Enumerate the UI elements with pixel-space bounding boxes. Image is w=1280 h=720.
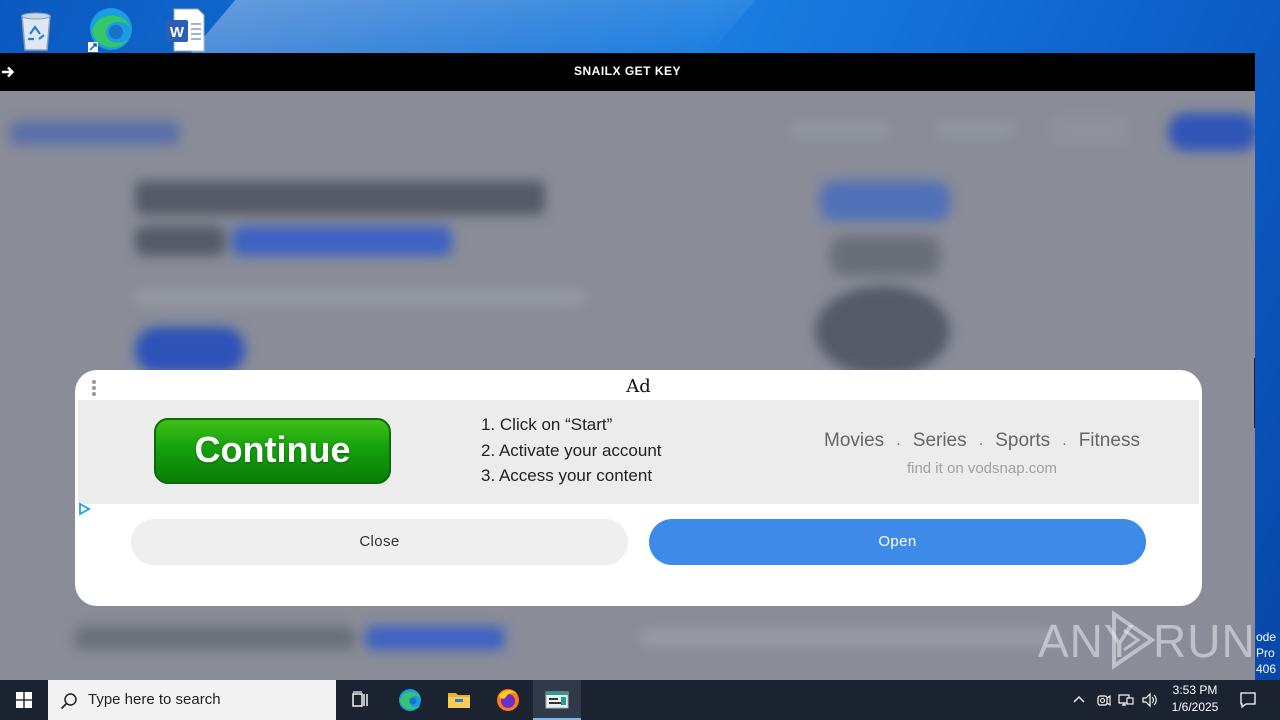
category-fitness: Fitness — [1078, 430, 1140, 451]
ad-steps: 1. Click on “Start” 2. Activate your acc… — [481, 412, 662, 489]
meet-now-icon[interactable] — [1095, 692, 1111, 708]
category-separator: . — [896, 432, 901, 449]
active-app-button[interactable] — [533, 680, 581, 720]
firefox-icon — [497, 689, 519, 711]
window-title: SNAILX GET KEY — [573, 64, 681, 78]
watermark-right-text: RUN — [1153, 615, 1256, 667]
taskbar-search-box[interactable]: Type here to search — [48, 680, 336, 720]
ad-tagline: find it on vodsnap.com — [906, 460, 1058, 477]
clock-date: 1/6/2025 — [1171, 700, 1219, 714]
side-text-line: Pro — [1256, 646, 1275, 660]
anyrun-watermark: ANY RUN — [1038, 606, 1255, 672]
scrollbar-thumb[interactable] — [1254, 358, 1255, 428]
ad-label: Ad — [626, 376, 651, 397]
task-view-icon — [352, 691, 368, 707]
notifications-icon[interactable] — [1239, 691, 1257, 709]
edge-taskbar-button[interactable] — [386, 680, 434, 720]
volume-icon[interactable] — [1142, 692, 1158, 708]
adchoices-icon[interactable] — [77, 502, 91, 516]
task-view-button[interactable] — [336, 680, 384, 720]
search-placeholder: Type here to search — [88, 691, 221, 708]
taskbar-clock[interactable]: 3:53 PM 1/6/2025 — [1164, 682, 1226, 716]
start-button[interactable] — [0, 680, 48, 720]
edge-shortcut-icon[interactable] — [86, 6, 134, 52]
active-app-icon — [545, 691, 569, 709]
taskbar: Type here to search 3:53 PM 1/6/2025 — [0, 680, 1280, 720]
side-edition-text: ode Pro 406 — [1256, 629, 1280, 677]
firefox-button[interactable] — [484, 680, 532, 720]
ad-step: 1. Click on “Start” — [481, 415, 613, 434]
edge-icon — [399, 689, 421, 711]
category-separator: . — [978, 432, 984, 449]
file-explorer-icon — [448, 693, 470, 708]
category-movies: Movies — [824, 430, 885, 451]
side-text-line: ode — [1256, 630, 1277, 644]
ad-step: 2. Activate your account — [481, 440, 662, 460]
chevron-up-icon[interactable] — [1071, 692, 1087, 708]
ad-banner[interactable]: Continue 1. Click on “Start” 2. Activate… — [78, 400, 1199, 504]
category-separator: . — [1062, 432, 1067, 449]
clock-time: 3:53 PM — [1172, 683, 1218, 697]
play-logo-icon — [1112, 610, 1156, 670]
side-text-line: 406 — [1256, 662, 1277, 676]
title-bar: SNAILX GET KEY — [0, 53, 1255, 91]
ad-step: 3. Access your content — [481, 466, 653, 485]
windows-logo-icon — [16, 692, 32, 708]
open-button[interactable]: Open — [649, 519, 1146, 565]
file-explorer-button[interactable] — [435, 680, 483, 720]
ad-dialog: Ad Continue 1. Click on “Start” 2. Activ… — [75, 370, 1202, 606]
svg-text:W: W — [170, 24, 185, 41]
word-document-icon[interactable]: W — [162, 6, 210, 52]
close-button[interactable]: Close — [131, 519, 628, 565]
category-sports: Sports — [995, 430, 1051, 451]
continue-button[interactable]: Continue — [154, 418, 391, 484]
category-series: Series — [912, 430, 967, 451]
recycle-bin-icon[interactable] — [12, 6, 60, 52]
network-icon[interactable] — [1118, 692, 1134, 708]
search-icon — [60, 693, 77, 710]
ad-categories: Movies . Series . Sports . Fitness — [824, 430, 1140, 452]
